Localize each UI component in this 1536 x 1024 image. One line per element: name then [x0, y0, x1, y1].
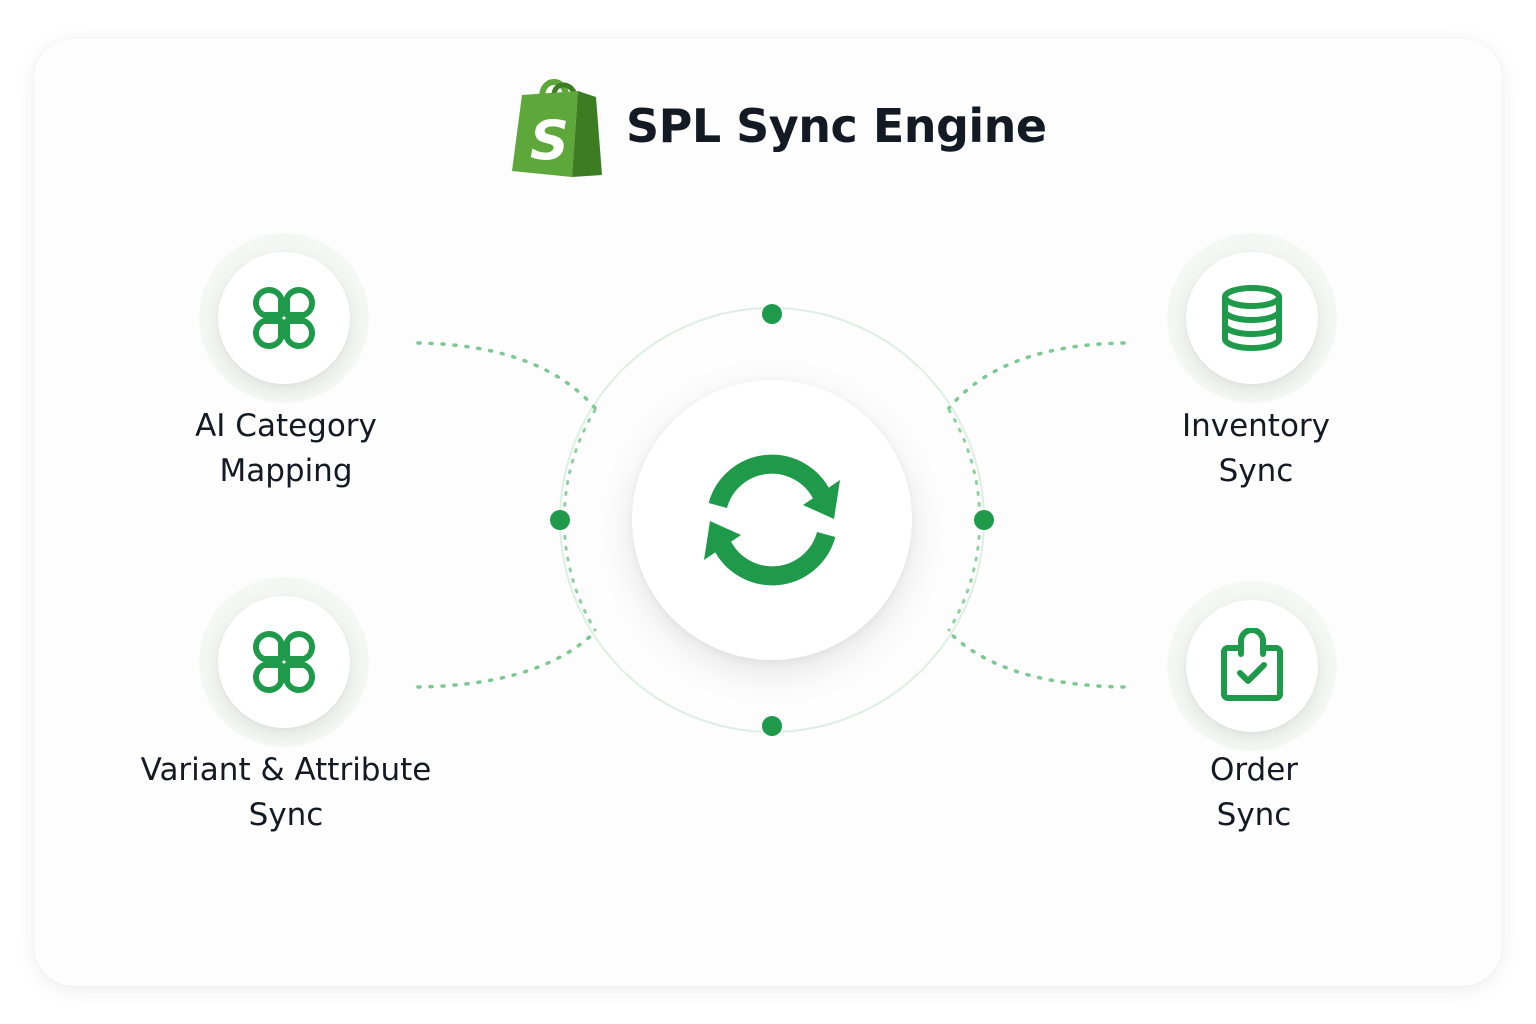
- label-order: Order Sync: [1209, 752, 1299, 833]
- connector-variant: [416, 630, 597, 689]
- page-title: SPL Sync Engine: [626, 99, 1047, 153]
- connector-order: [947, 630, 1126, 689]
- svg-text:S: S: [530, 109, 569, 172]
- node-variant: [200, 578, 368, 746]
- orbit-dot-top: [762, 304, 782, 324]
- clipboard-check-icon: [1221, 628, 1283, 701]
- diagram-stage: S SPL Sync Engine AI Category Mapping Va…: [0, 0, 1536, 1024]
- header: S SPL Sync Engine: [508, 70, 1047, 182]
- node-order: [1168, 582, 1336, 750]
- sync-hub: [632, 380, 912, 660]
- node-inventory-circle: [1186, 252, 1318, 384]
- node-inventory: [1168, 234, 1336, 402]
- orbit-dot-bottom: [762, 716, 782, 736]
- label-inventory: Inventory Sync: [1181, 408, 1331, 489]
- node-ai-category-circle: [218, 252, 350, 384]
- sync-arrows-icon: [704, 454, 840, 586]
- label-variant: Variant & Attribute Sync: [140, 752, 432, 833]
- orbit-dot-right: [974, 510, 994, 530]
- database-icon: [1222, 285, 1282, 351]
- label-ai-category: AI Category Mapping: [195, 408, 377, 489]
- shopify-bag-icon: S: [512, 79, 602, 177]
- clover-icon: [253, 631, 315, 693]
- orbit-dot-left: [550, 510, 570, 530]
- node-variant-circle: [218, 596, 350, 728]
- node-order-circle: [1186, 600, 1318, 732]
- connector-inventory: [947, 341, 1126, 410]
- node-ai-category: [200, 234, 368, 402]
- connector-ai-category: [416, 341, 597, 410]
- clover-icon: [253, 287, 315, 349]
